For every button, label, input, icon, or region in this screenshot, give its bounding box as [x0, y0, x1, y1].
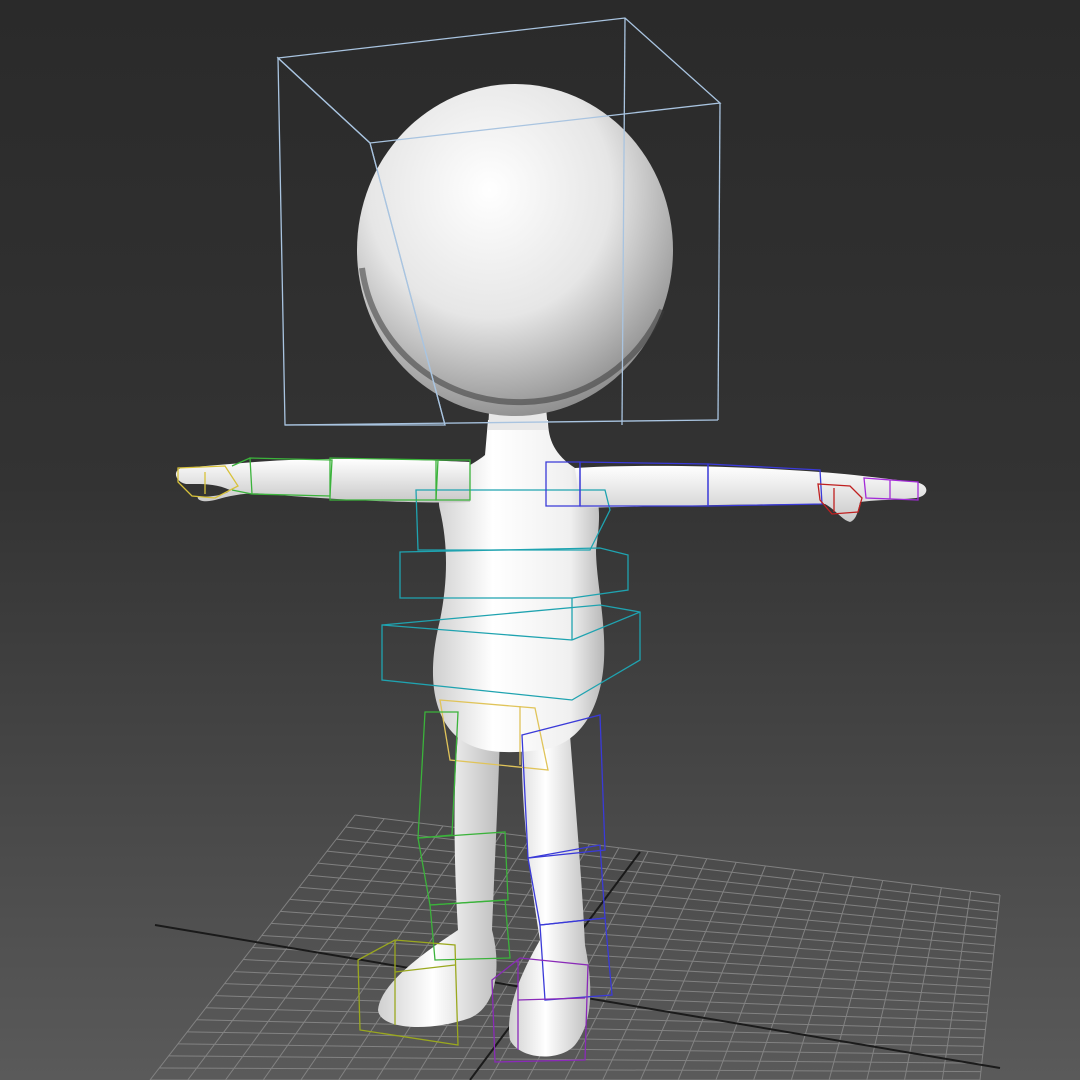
viewport-canvas[interactable] [0, 0, 1080, 1080]
3d-viewport[interactable] [0, 0, 1080, 1080]
left-leg-mesh [378, 735, 500, 1028]
grid-line [243, 959, 990, 997]
grid-line [790, 876, 854, 1080]
grid-line [904, 887, 942, 1080]
grid-line [828, 880, 884, 1080]
grid-line [252, 947, 991, 988]
right-arm-mesh [575, 465, 927, 522]
grid-line [168, 1055, 982, 1064]
grid-line [205, 1007, 986, 1031]
grid-line [753, 873, 825, 1080]
right-leg-mesh [509, 735, 591, 1057]
grid-line [159, 1067, 981, 1073]
grid-line [715, 869, 796, 1080]
grid-line [639, 862, 737, 1080]
head-mesh [357, 84, 673, 416]
grid-line [196, 1019, 985, 1039]
grid-line [677, 865, 766, 1080]
grid-line [941, 891, 972, 1080]
